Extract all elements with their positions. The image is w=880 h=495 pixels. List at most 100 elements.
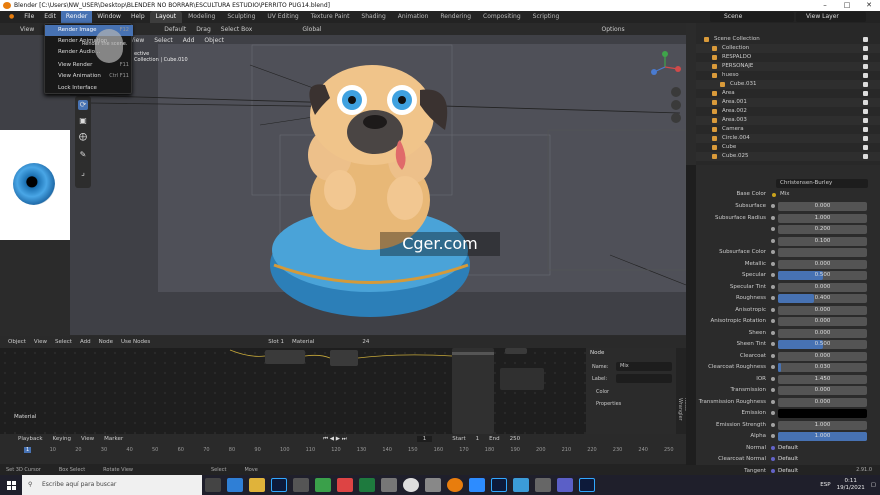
taskbar-search[interactable]: ⚲ Escribe aquí para buscar xyxy=(22,475,202,495)
input-socket-icon[interactable] xyxy=(771,319,775,323)
scale-tool-icon[interactable]: ▣ xyxy=(78,116,88,126)
drag-menu[interactable]: Drag xyxy=(196,26,211,33)
language-indicator[interactable]: ESP xyxy=(820,482,830,488)
node-object-select[interactable]: Object xyxy=(8,339,26,345)
property-field[interactable] xyxy=(778,409,867,418)
property-field[interactable]: 1.450 xyxy=(778,374,867,384)
navigation-gizmo[interactable] xyxy=(648,50,682,84)
input-socket-icon[interactable] xyxy=(771,445,775,450)
property-field[interactable]: 0.030 xyxy=(778,363,867,372)
property-field[interactable]: 0.000 xyxy=(778,328,867,338)
store-icon[interactable] xyxy=(293,478,309,492)
input-socket-icon[interactable] xyxy=(771,388,775,392)
property-field[interactable]: 0.000 xyxy=(778,259,867,269)
sub-add-menu[interactable]: Add xyxy=(183,37,195,44)
camera-view-icon[interactable] xyxy=(671,113,681,123)
node-name-field[interactable]: Mix xyxy=(616,362,672,371)
property-field[interactable]: Default xyxy=(778,444,867,453)
minimize-icon[interactable]: – xyxy=(814,0,836,11)
node-view-menu[interactable]: View xyxy=(34,339,47,345)
photoshop-icon[interactable] xyxy=(271,478,287,492)
outliner-row[interactable]: Area.002 xyxy=(696,107,880,116)
app4-icon[interactable] xyxy=(513,478,529,492)
sub-object-menu[interactable]: Object xyxy=(204,37,224,44)
input-socket-icon[interactable] xyxy=(771,238,775,243)
scene-selector[interactable]: Scene xyxy=(710,12,794,22)
property-field[interactable]: 0.200 xyxy=(778,225,867,234)
visibility-checkbox-icon[interactable] xyxy=(863,82,868,87)
property-field[interactable]: 1.000 xyxy=(778,213,867,223)
outliner-row[interactable]: PERSONAJE xyxy=(696,62,880,71)
property-field[interactable]: 0.000 xyxy=(778,202,867,211)
app5-icon[interactable] xyxy=(535,478,551,492)
menu-edit[interactable]: Edit xyxy=(39,11,61,23)
input-socket-icon[interactable] xyxy=(771,365,775,369)
property-field[interactable]: Default xyxy=(778,455,867,464)
keying-menu[interactable]: Keying xyxy=(53,436,71,442)
sub-select-menu[interactable]: Select xyxy=(154,37,173,44)
tab-shading[interactable]: Shading xyxy=(355,11,391,23)
node-properties-toggle[interactable]: Properties xyxy=(596,401,621,407)
property-field[interactable]: 0.500 xyxy=(778,271,867,280)
property-field[interactable]: 0.000 xyxy=(778,282,867,292)
timeline-view-menu[interactable]: View xyxy=(81,436,94,442)
end-field[interactable]: 250 xyxy=(510,436,521,442)
tab-rendering[interactable]: Rendering xyxy=(434,11,477,23)
view-layer-selector[interactable]: View Layer xyxy=(796,12,866,22)
teams-icon[interactable] xyxy=(557,478,573,492)
visibility-checkbox-icon[interactable] xyxy=(863,73,868,78)
view-animation-item[interactable]: View Animation Ctrl F11 xyxy=(45,71,133,82)
property-field[interactable] xyxy=(778,248,867,257)
tab-uv-editing[interactable]: UV Editing xyxy=(261,11,304,23)
lock-interface-item[interactable]: Lock Interface xyxy=(45,83,133,94)
visibility-checkbox-icon[interactable] xyxy=(863,109,868,114)
tab-modeling[interactable]: Modeling xyxy=(182,11,221,23)
outliner-row[interactable]: hueso xyxy=(696,71,880,80)
property-field[interactable]: 0.000 xyxy=(778,305,867,315)
property-field[interactable]: 0.000 xyxy=(778,386,867,395)
tab-animation[interactable]: Animation xyxy=(392,11,435,23)
outliner-row[interactable]: Collection xyxy=(696,44,880,53)
input-socket-icon[interactable] xyxy=(771,342,775,346)
node-node-menu[interactable]: Node xyxy=(99,339,113,345)
base-color-link[interactable]: Mix xyxy=(780,190,868,199)
slot-select[interactable]: Slot 1 xyxy=(268,339,284,345)
menu-file[interactable]: File xyxy=(19,11,39,23)
blender-taskbar-icon[interactable] xyxy=(447,478,463,492)
photoshop2-icon[interactable] xyxy=(491,478,507,492)
playback-menu[interactable]: Playback xyxy=(18,436,43,442)
select-box-menu[interactable]: Select Box xyxy=(221,26,253,33)
property-field[interactable]: 0.000 xyxy=(778,317,867,326)
windows-start-icon[interactable] xyxy=(0,475,22,495)
node-color-toggle[interactable]: Color xyxy=(596,389,609,395)
outliner-row[interactable]: Cube xyxy=(696,143,880,152)
tab-sculpting[interactable]: Sculpting xyxy=(221,11,261,23)
app2-icon[interactable] xyxy=(381,478,397,492)
property-field[interactable]: 0.400 xyxy=(778,294,867,303)
input-socket-icon[interactable] xyxy=(771,353,775,358)
input-socket-icon[interactable] xyxy=(771,227,775,231)
tab-texture-paint[interactable]: Texture Paint xyxy=(305,11,356,23)
outliner-row[interactable]: Cube.025 xyxy=(696,152,880,161)
property-field[interactable]: 0.500 xyxy=(778,340,867,349)
input-socket-icon[interactable] xyxy=(771,204,775,208)
node-select-menu[interactable]: Select xyxy=(55,339,72,345)
viewport-view-menu[interactable]: View xyxy=(20,26,34,33)
material-select[interactable]: Material xyxy=(292,339,314,345)
notification-icon[interactable]: ▢ xyxy=(871,482,876,488)
input-socket-icon[interactable] xyxy=(771,411,775,415)
base-color-socket-icon[interactable] xyxy=(772,193,776,197)
visibility-checkbox-icon[interactable] xyxy=(863,118,868,123)
outliner-row[interactable]: Circle.004 xyxy=(696,134,880,143)
input-socket-icon[interactable] xyxy=(771,330,775,335)
transform-tool-icon[interactable]: ⨁ xyxy=(78,132,88,142)
outliner-row[interactable]: RESPALDO xyxy=(696,53,880,62)
input-socket-icon[interactable] xyxy=(771,457,775,461)
input-socket-icon[interactable] xyxy=(771,250,775,254)
property-field[interactable]: 1.000 xyxy=(778,432,867,441)
zoom-app-icon[interactable] xyxy=(469,478,485,492)
input-socket-icon[interactable] xyxy=(771,296,775,300)
outliner-row[interactable]: Cube.031 xyxy=(696,80,880,89)
input-socket-icon[interactable] xyxy=(771,434,775,438)
photoshop3-icon[interactable] xyxy=(579,478,595,492)
